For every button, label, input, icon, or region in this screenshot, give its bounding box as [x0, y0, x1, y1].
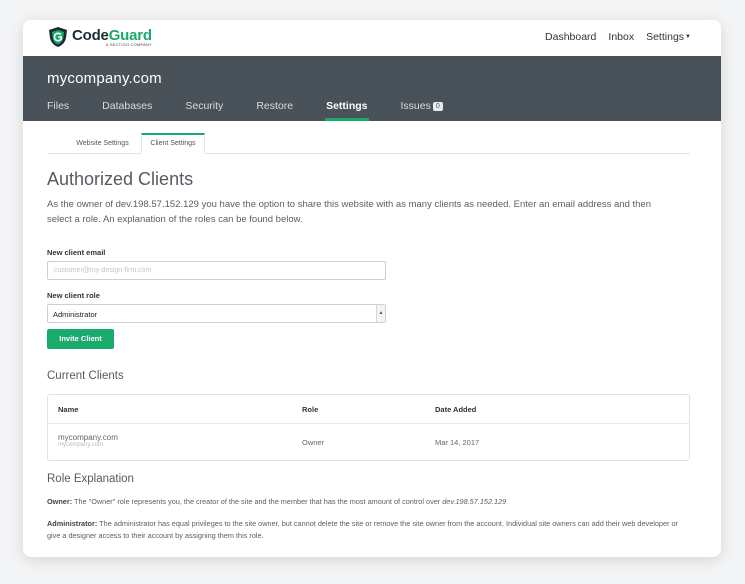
shield-logo-icon	[49, 27, 67, 47]
tab-issues[interactable]: Issues 0	[401, 100, 443, 121]
logo[interactable]: CodeGuard A SECTIGO COMPANY	[47, 26, 152, 48]
top-bar: CodeGuard A SECTIGO COMPANY Dashboard In…	[23, 20, 721, 56]
tab-restore[interactable]: Restore	[256, 100, 293, 121]
table-row[interactable]: mycompany.com mycompany.com Owner Mar 14…	[48, 423, 689, 461]
owner-explanation: Owner: The "Owner" role represents you, …	[47, 496, 687, 508]
role-select-value: Administrator	[53, 310, 98, 319]
client-date: Mar 14, 2017	[435, 438, 480, 447]
column-header-date: Date Added	[435, 405, 477, 414]
nav-dashboard[interactable]: Dashboard	[545, 31, 596, 43]
admin-text: The administrator has equal privileges t…	[47, 519, 678, 540]
invite-client-button[interactable]: Invite Client	[47, 329, 114, 349]
site-tabs: Files Databases Security Restore Setting…	[47, 100, 476, 121]
page-intro: As the owner of dev.198.57.152.129 you h…	[47, 199, 651, 225]
site-name: mycompany.com	[47, 70, 162, 87]
tab-security[interactable]: Security	[185, 100, 223, 121]
nav-settings-label: Settings	[646, 31, 685, 43]
current-clients-heading: Current Clients	[47, 370, 124, 382]
site-header: mycompany.com Files Databases Security R…	[23, 56, 721, 121]
admin-explanation: Administrator: The administrator has equ…	[47, 518, 687, 542]
client-subtext: mycompany.com	[58, 442, 103, 448]
owner-label: Owner:	[47, 497, 73, 506]
email-field[interactable]: customer@my-design-firm.com	[47, 261, 386, 280]
role-select[interactable]: Administrator ▲	[47, 304, 386, 323]
role-label: New client role	[47, 291, 100, 300]
subtab-website-settings[interactable]: Website Settings	[64, 133, 141, 154]
tab-issues-label: Issues	[400, 100, 431, 112]
top-nav: Dashboard Inbox Settings▼	[545, 31, 691, 43]
column-header-role: Role	[302, 405, 319, 414]
chevron-updown-icon: ▲	[376, 305, 385, 322]
tab-databases[interactable]: Databases	[102, 100, 152, 121]
tab-files[interactable]: Files	[47, 100, 69, 121]
brand-tagline: A SECTIGO COMPANY	[105, 41, 152, 47]
issues-count-badge: 0	[432, 102, 443, 111]
client-name: mycompany.com	[58, 433, 118, 442]
owner-text: The "Owner" role represents you, the cre…	[74, 497, 443, 506]
client-role: Owner	[302, 438, 325, 447]
caret-down-icon: ▼	[685, 34, 691, 40]
page-title: Authorized Clients	[47, 169, 194, 189]
role-explanation-heading: Role Explanation	[47, 473, 134, 485]
subtab-client-settings[interactable]: Client Settings	[141, 133, 205, 154]
owner-site: dev.198.57.152.129	[442, 497, 507, 506]
clients-table: Name Role Date Added mycompany.com mycom…	[47, 394, 690, 461]
tab-settings[interactable]: Settings	[325, 100, 369, 121]
settings-subtabs: Website Settings Client Settings	[47, 133, 690, 154]
nav-settings-menu[interactable]: Settings▼	[646, 31, 691, 43]
column-header-name: Name	[58, 405, 79, 414]
email-label: New client email	[47, 248, 106, 257]
admin-label: Administrator:	[47, 519, 98, 528]
nav-inbox[interactable]: Inbox	[608, 31, 634, 43]
app-window: CodeGuard A SECTIGO COMPANY Dashboard In…	[23, 20, 721, 557]
